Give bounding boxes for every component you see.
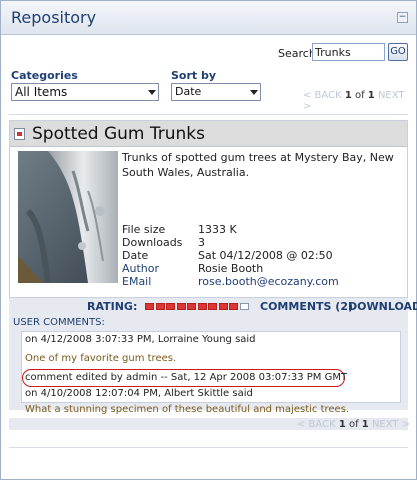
comment-meta: on 4/10/2008 12:07:04 PM, Albert Skittle…	[25, 388, 253, 399]
meta-value: Rosie Booth	[198, 262, 264, 275]
repository-panel: Repository − Search GO Categories All It…	[0, 0, 417, 480]
panel-title: Repository	[11, 8, 97, 27]
meta-value: 1333 K	[198, 223, 237, 236]
rating-segment	[166, 303, 175, 310]
comment-text: One of my favorite gum trees.	[25, 353, 177, 364]
rating-segment	[155, 303, 165, 310]
rating-segment	[239, 303, 249, 310]
rating-segment	[197, 303, 207, 310]
comment-meta: on 4/12/2008 3:07:33 PM, Lorraine Young …	[25, 334, 256, 345]
comments-list: on 4/12/2008 3:07:33 PM, Lorraine Young …	[21, 331, 401, 415]
sortby-label: Sort by	[171, 69, 217, 82]
categories-select[interactable]: All Items	[11, 83, 159, 101]
pager-of: of	[348, 419, 359, 430]
go-button[interactable]: GO	[388, 43, 408, 61]
user-comments-label: USER COMMENTS:	[13, 317, 105, 328]
item-thumbnail[interactable]	[18, 151, 118, 283]
meta-value: 3	[198, 236, 205, 249]
divider	[9, 447, 408, 448]
meta-key: EMail	[122, 275, 152, 288]
item-title[interactable]: Spotted Gum Trunks	[32, 124, 205, 144]
item-header: Spotted Gum Trunks	[10, 121, 407, 147]
pager-bottom: < BACK 1 of 1 NEXT >	[297, 419, 410, 430]
meta-key: Downloads	[122, 236, 183, 249]
rating-segment	[229, 303, 238, 310]
rating-segment	[145, 303, 154, 310]
meta-key: Date	[122, 249, 149, 262]
rating-bar: RATING: COMMENTS (2) DOWNLOAD	[9, 298, 417, 315]
rating-segment	[218, 303, 228, 310]
pager-back[interactable]: < BACK	[303, 90, 342, 101]
item-description: Trunks of spotted gum trees at Mystery B…	[122, 151, 394, 179]
comments-link[interactable]: COMMENTS (2)	[260, 300, 353, 313]
comments-section: USER COMMENTS: on 4/12/2008 3:07:33 PM, …	[9, 314, 408, 415]
title-bar: Repository −	[1, 1, 416, 35]
meta-value: Sat 04/12/2008 @ 02:50	[198, 249, 333, 262]
meta-key: Author	[122, 262, 160, 275]
pager-total: 1	[361, 419, 369, 430]
categories-value: All Items	[15, 85, 68, 99]
pager-current: 1	[344, 90, 352, 101]
rating-label: RATING:	[87, 300, 138, 313]
search-input[interactable]	[312, 43, 385, 61]
pager-back[interactable]: < BACK	[297, 419, 336, 430]
meta-author: Author Rosie Booth	[122, 262, 263, 275]
meta-downloads: Downloads 3	[122, 236, 205, 249]
collapse-icon[interactable]: −	[397, 12, 408, 23]
meta-key: File size	[122, 223, 166, 236]
sortby-value: Date	[175, 85, 202, 98]
rating-meter[interactable]	[145, 303, 253, 310]
rating-segment	[187, 303, 196, 310]
file-icon	[14, 128, 25, 140]
sortby-select[interactable]: Date	[171, 83, 261, 101]
chevron-down-icon	[250, 90, 258, 95]
chevron-down-icon	[148, 90, 156, 95]
rating-segment	[208, 303, 217, 310]
pager-next[interactable]: NEXT >	[372, 419, 410, 430]
pager-top: < BACK 1 of 1 NEXT >	[303, 90, 416, 112]
meta-filesize: File size 1333 K	[122, 223, 237, 236]
download-link[interactable]: DOWNLOAD	[348, 300, 417, 313]
search-label: Search	[278, 47, 316, 60]
item-card: Spotted Gum Trunks Trunks of spotted gum…	[9, 120, 408, 298]
comment-text: What a stunning specimen of these beauti…	[25, 404, 350, 415]
divider	[9, 114, 408, 115]
pager-of: of	[354, 90, 365, 101]
rating-segment	[176, 303, 186, 310]
pager-total: 1	[367, 90, 375, 101]
pager-current: 1	[338, 419, 346, 430]
email-link[interactable]: rose.booth@ecozany.com	[198, 275, 339, 288]
meta-email: EMail rose.booth@ecozany.com	[122, 275, 339, 288]
meta-date: Date Sat 04/12/2008 @ 02:50	[122, 249, 333, 262]
categories-label: Categories	[11, 69, 78, 82]
comment-edit-note: comment edited by admin -- Sat, 12 Apr 2…	[25, 372, 348, 383]
